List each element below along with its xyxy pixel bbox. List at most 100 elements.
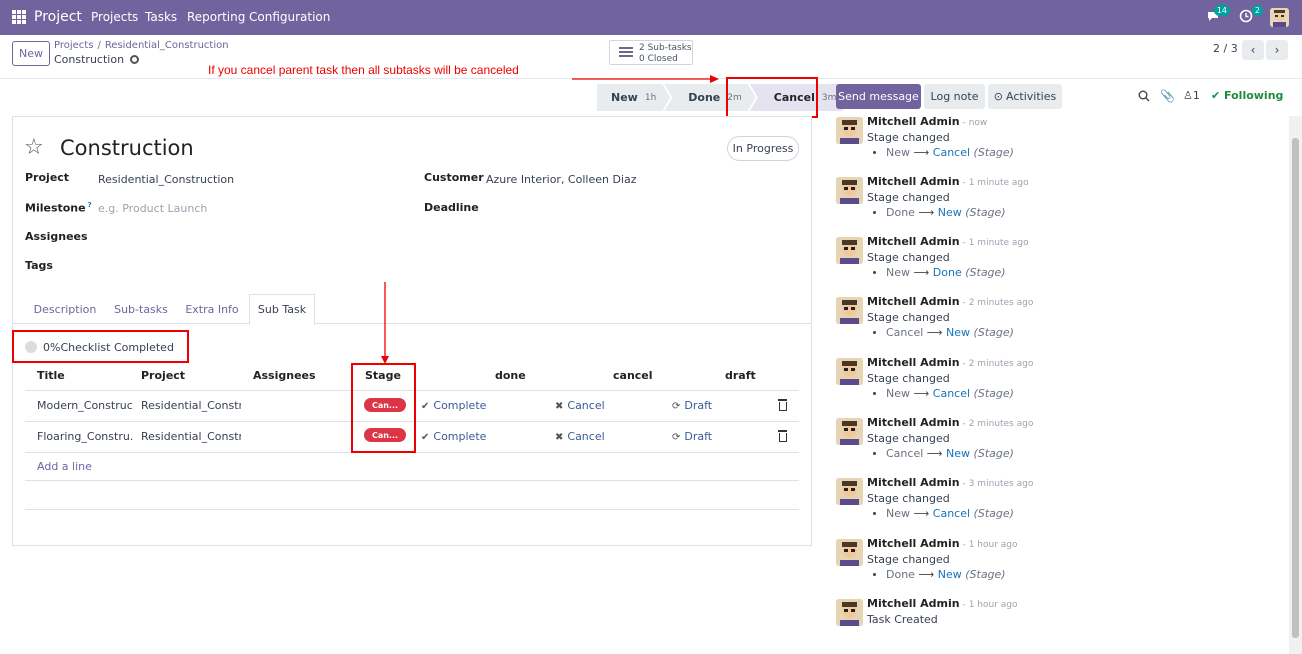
message-author[interactable]: Mitchell Admin - 3 minutes ago xyxy=(867,476,1033,489)
stage-done-label: Done xyxy=(688,91,721,104)
customer-field[interactable]: Azure Interior, Colleen Diaz xyxy=(486,173,637,186)
new-button[interactable]: New xyxy=(12,41,50,66)
user-avatar[interactable] xyxy=(1270,8,1289,27)
check-icon: ✔ xyxy=(1211,89,1225,102)
send-message-button[interactable]: Send message xyxy=(836,84,921,109)
followers-button[interactable]: ♙1 xyxy=(1183,89,1200,102)
old-value: Cancel xyxy=(886,326,924,339)
messaging-icon[interactable]: 14 xyxy=(1206,5,1230,25)
menu-reporting[interactable]: Reporting xyxy=(187,10,245,24)
avatar[interactable] xyxy=(836,358,863,385)
message-author[interactable]: Mitchell Admin - 1 minute ago xyxy=(867,235,1029,248)
avatar[interactable] xyxy=(836,117,863,144)
message-author[interactable]: Mitchell Admin - 2 minutes ago xyxy=(867,356,1033,369)
trash-icon[interactable] xyxy=(778,430,787,442)
field-name: (Stage) xyxy=(973,326,1014,339)
draft-button[interactable]: ⟳ Draft xyxy=(672,399,712,412)
avatar[interactable] xyxy=(836,418,863,445)
complete-button[interactable]: ✔ Complete xyxy=(421,430,486,443)
milestone-field[interactable]: e.g. Product Launch xyxy=(98,202,207,215)
avatar[interactable] xyxy=(836,539,863,566)
message-time: - 3 minutes ago xyxy=(962,479,1034,489)
avatar[interactable] xyxy=(836,478,863,505)
arrow-right-icon: ⟶ xyxy=(926,447,943,460)
avatar[interactable] xyxy=(836,237,863,264)
tracking-change: Done ⟶ New (Stage) xyxy=(873,568,1006,581)
message-body: Stage changed xyxy=(867,251,950,264)
tracking-change: New ⟶ Done (Stage) xyxy=(873,266,1006,279)
status-pill[interactable]: In Progress xyxy=(727,136,799,161)
pager-previous-button[interactable]: ‹ xyxy=(1242,40,1264,60)
field-name: (Stage) xyxy=(965,206,1006,219)
avatar[interactable] xyxy=(836,297,863,324)
gear-icon[interactable] xyxy=(130,55,140,64)
tracking-change: New ⟶ Cancel (Stage) xyxy=(873,507,1014,520)
following-button[interactable]: ✔ Following xyxy=(1211,89,1283,102)
message-author[interactable]: Mitchell Admin - 1 hour ago xyxy=(867,597,1018,610)
pager-next-button[interactable]: › xyxy=(1266,40,1288,60)
app-brand[interactable]: Project xyxy=(34,9,82,25)
col-title[interactable]: Title xyxy=(37,369,65,382)
breadcrumb-project[interactable]: Residential_Construction xyxy=(105,40,229,51)
paperclip-icon[interactable]: 📎 xyxy=(1160,89,1175,103)
complete-button[interactable]: ✔ Complete xyxy=(421,399,486,412)
subtasks-smart-button[interactable]: 2 Sub-tasks 0 Closed xyxy=(609,40,693,65)
activities-button[interactable]: ⊙ Activities xyxy=(988,84,1062,109)
col-draft[interactable]: draft xyxy=(725,369,756,382)
stage-new[interactable]: New 1h xyxy=(597,84,670,111)
col-done[interactable]: done xyxy=(495,369,526,382)
tab-extra-info[interactable]: Extra Info xyxy=(179,294,245,324)
activity-clock-icon[interactable]: 2 xyxy=(1239,5,1263,25)
message-author[interactable]: Mitchell Admin - 2 minutes ago xyxy=(867,416,1033,429)
col-assignees[interactable]: Assignees xyxy=(253,369,316,382)
tracking-change: New ⟶ Cancel (Stage) xyxy=(873,146,1014,159)
chatter-scrollbar[interactable] xyxy=(1289,116,1302,654)
close-icon: ✖ xyxy=(555,432,564,443)
cancel-button[interactable]: ✖ Cancel xyxy=(555,399,605,412)
highlight-box-checklist xyxy=(12,330,189,363)
search-icon[interactable] xyxy=(1138,90,1150,105)
message-body: Stage changed xyxy=(867,372,950,385)
tracking-change: Done ⟶ New (Stage) xyxy=(873,206,1006,219)
star-icon[interactable]: ☆ xyxy=(24,135,44,160)
message-author[interactable]: Mitchell Admin - 1 hour ago xyxy=(867,537,1018,550)
menu-configuration[interactable]: Configuration xyxy=(249,10,330,24)
row-project: Residential_Constr... xyxy=(141,399,241,412)
tracking-change: Cancel ⟶ New (Stage) xyxy=(873,447,1014,460)
apps-menu-icon[interactable] xyxy=(12,10,26,24)
message-body: Stage changed xyxy=(867,553,950,566)
message-body: Task Created xyxy=(867,613,938,626)
scrollbar-thumb[interactable] xyxy=(1292,138,1299,638)
pager-value[interactable]: 2 / 3 xyxy=(1213,42,1238,55)
message-body: Stage changed xyxy=(867,432,950,445)
avatar[interactable] xyxy=(836,599,863,626)
add-line-link[interactable]: Add a line xyxy=(37,460,92,473)
activities-label: Activities xyxy=(1006,90,1057,103)
col-project[interactable]: Project xyxy=(141,369,185,382)
breadcrumb-projects[interactable]: Projects xyxy=(54,40,93,51)
tab-sub-tasks[interactable]: Sub-tasks xyxy=(107,294,175,324)
avatar[interactable] xyxy=(836,177,863,204)
log-note-button[interactable]: Log note xyxy=(924,84,985,109)
new-value: Cancel xyxy=(932,387,971,400)
menu-tasks[interactable]: Tasks xyxy=(145,10,177,24)
message-author[interactable]: Mitchell Admin - 1 minute ago xyxy=(867,175,1029,188)
message-author[interactable]: Mitchell Admin - 2 minutes ago xyxy=(867,295,1033,308)
arrow-right-icon: ⟶ xyxy=(918,568,935,581)
tab-description[interactable]: Description xyxy=(27,294,103,324)
trash-icon[interactable] xyxy=(778,399,787,411)
refresh-icon: ⟳ xyxy=(672,401,681,412)
notebook-tabs: Description Sub-tasks Extra Info Sub Tas… xyxy=(13,294,811,325)
task-title[interactable]: Construction xyxy=(60,136,194,160)
top-navbar: Project Projects Tasks Reporting Configu… xyxy=(0,0,1302,35)
highlight-box-stage-column xyxy=(351,363,416,453)
draft-button[interactable]: ⟳ Draft xyxy=(672,430,712,443)
old-value: Done xyxy=(886,568,915,581)
project-field[interactable]: Residential_Construction xyxy=(98,173,234,186)
message-author[interactable]: Mitchell Admin - now xyxy=(867,115,987,128)
menu-projects[interactable]: Projects xyxy=(91,10,138,24)
close-icon: ✖ xyxy=(555,401,564,412)
cancel-button[interactable]: ✖ Cancel xyxy=(555,430,605,443)
col-cancel[interactable]: cancel xyxy=(613,369,653,382)
tab-sub-task[interactable]: Sub Task xyxy=(249,294,315,325)
